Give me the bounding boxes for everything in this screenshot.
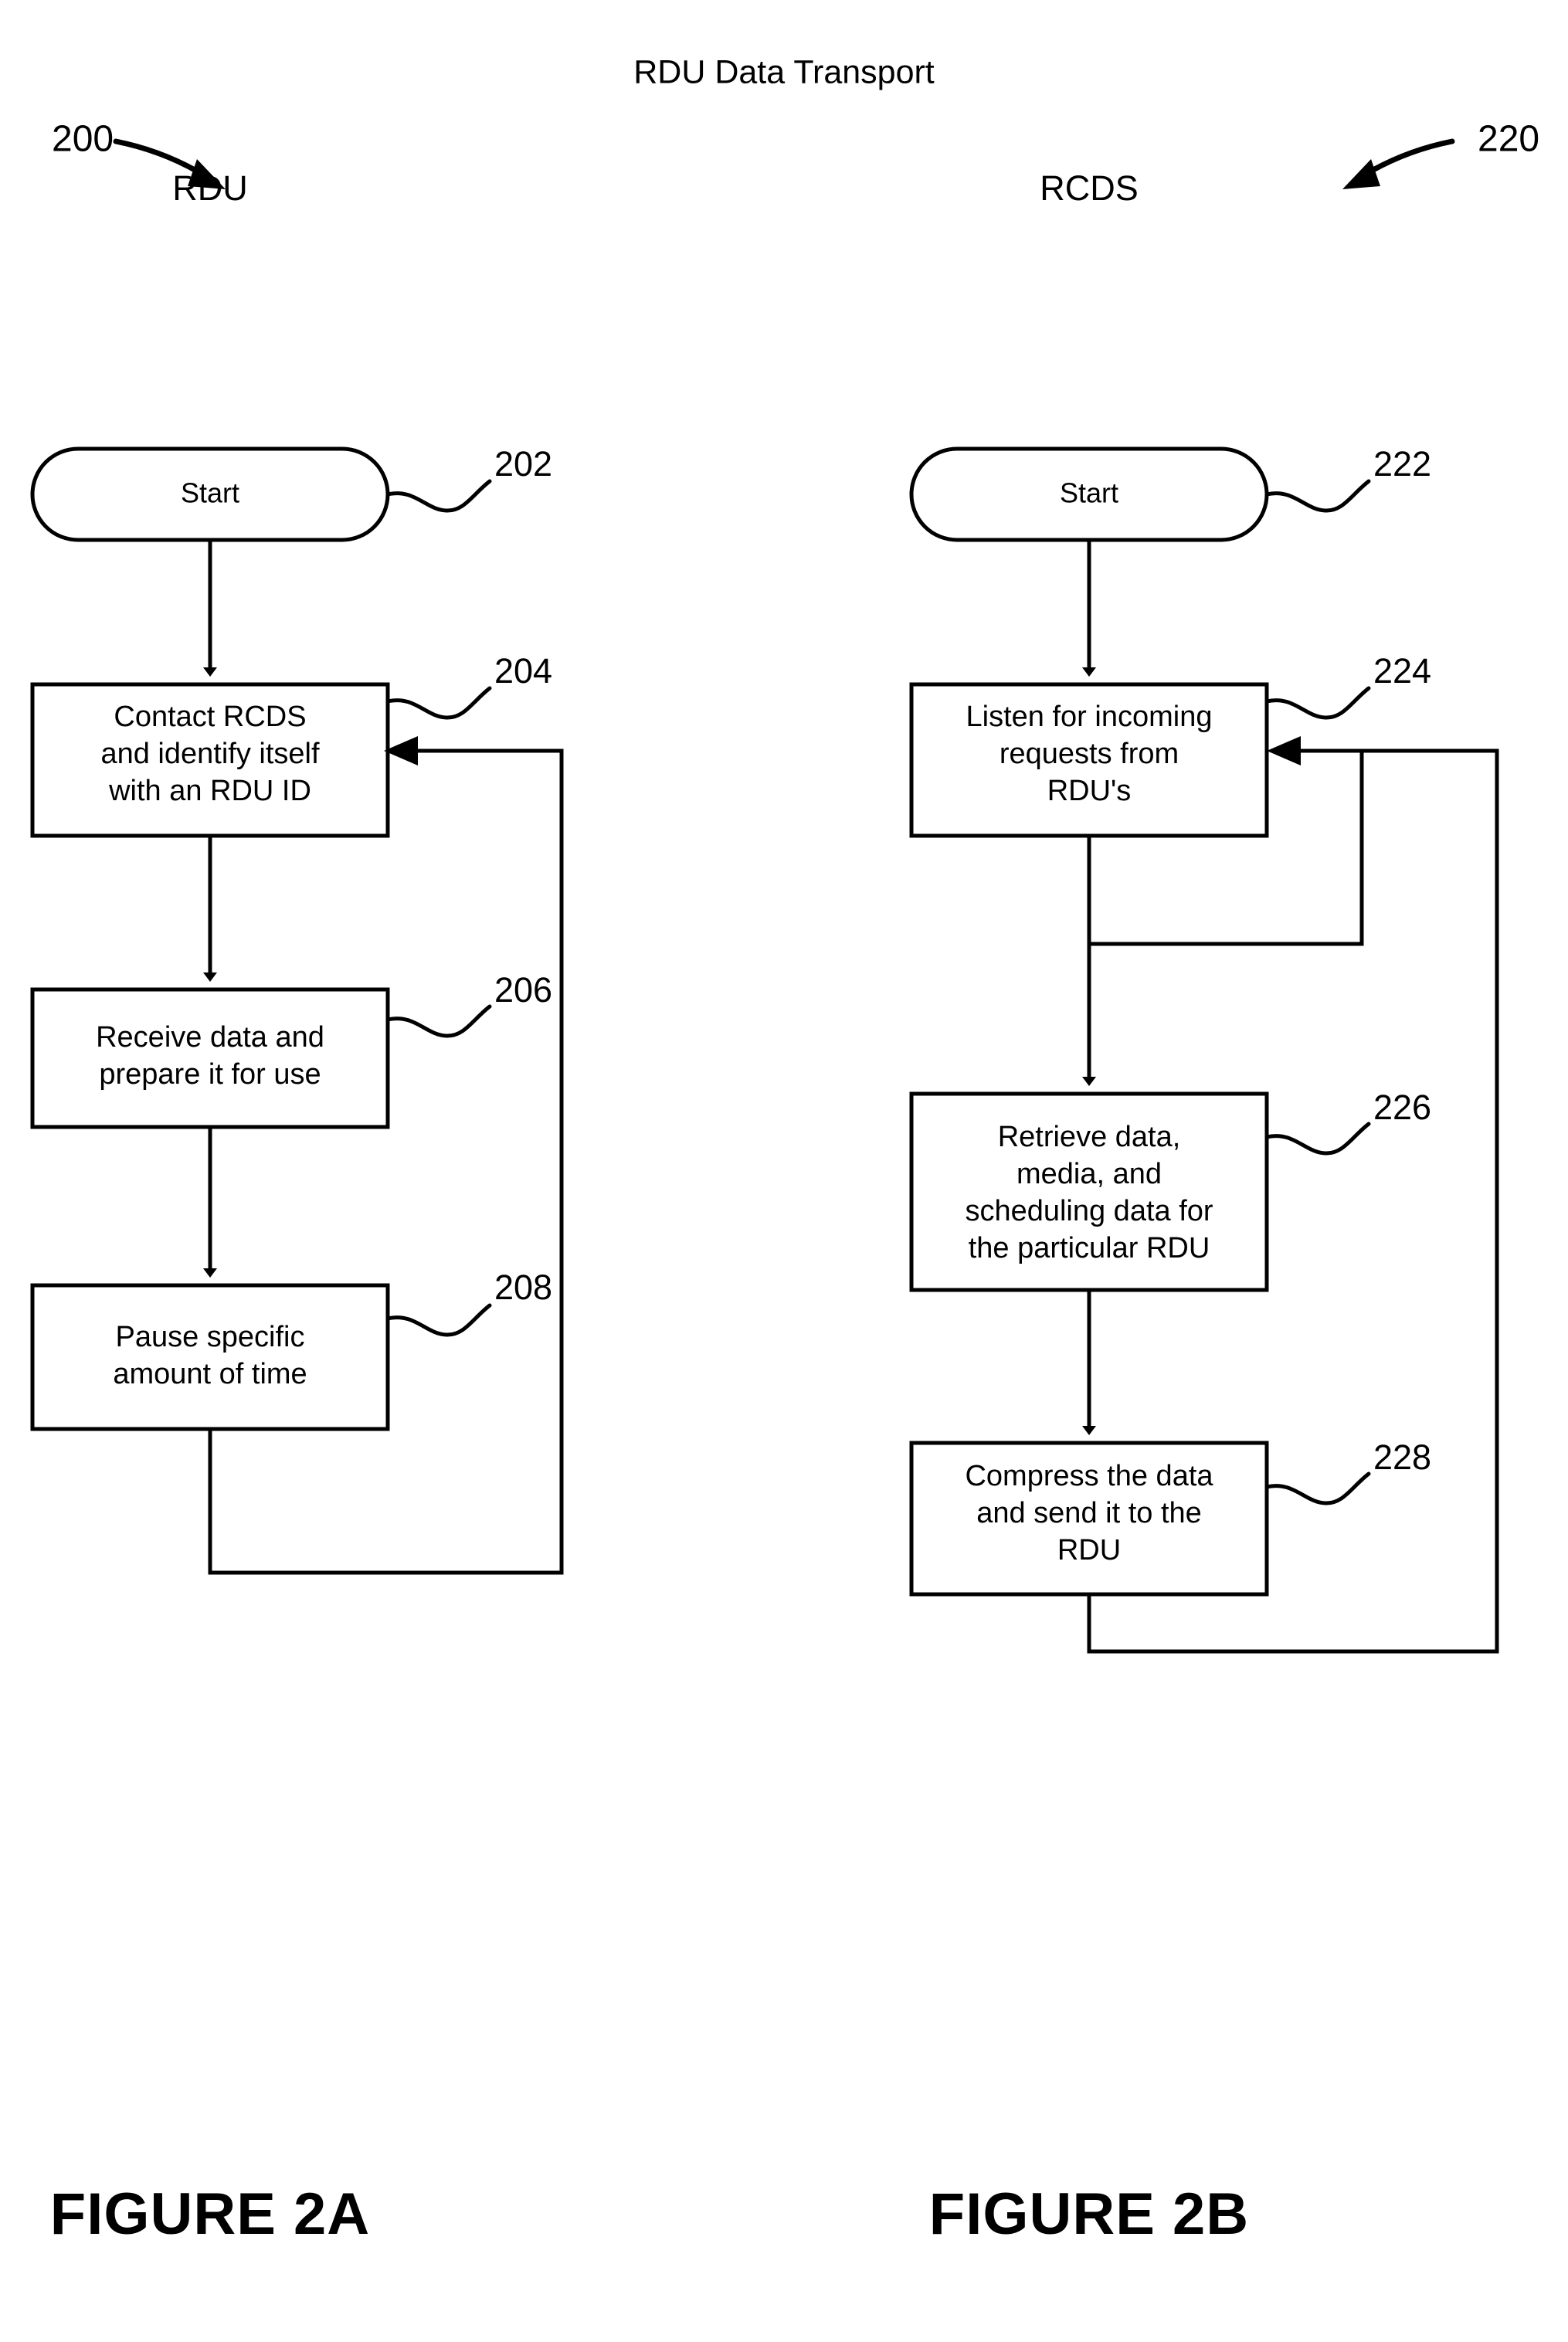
left-node-204-line-1: Contact RCDS: [114, 701, 306, 733]
right-node-228-line-2: and send it to the: [976, 1497, 1202, 1529]
left-figure-ref-number: 200: [52, 119, 114, 160]
left-node-208-leader-line: [385, 1303, 492, 1337]
left-node-208-line-2: amount of time: [113, 1358, 307, 1390]
left-node-208-ref: 208: [494, 1268, 552, 1307]
flowchart-canvas: RDU Data Transport 200 RDU Start 202 Con…: [30, 53, 1539, 2247]
right-node-224-ref: 224: [1373, 651, 1431, 691]
right-node-228-line-1: Compress the data: [965, 1460, 1213, 1492]
right-node-224-line-1: Listen for incoming: [966, 701, 1213, 733]
right-node-226-ref: 226: [1373, 1088, 1431, 1127]
right-start-ref-222: 222: [1373, 444, 1431, 484]
left-node-204-line-2: and identify itself: [100, 738, 319, 770]
right-figure-ref-number: 220: [1478, 119, 1539, 160]
right-figure-callout-arrow: [1359, 138, 1455, 179]
right-node-224-leader-line: [1264, 686, 1371, 720]
left-node-206-line-1: Receive data and: [96, 1021, 324, 1054]
left-node-208: [30, 1283, 390, 1431]
right-node-228-leader-line: [1264, 1471, 1371, 1505]
right-column-header: RCDS: [1040, 168, 1139, 208]
left-node-204-ref: 204: [494, 651, 552, 691]
left-node-204-leader-line: [385, 686, 492, 720]
patent-figure-page: RDU Data Transport 200 RDU Start 202 Con…: [0, 0, 1568, 2342]
right-start-label: Start: [1060, 477, 1118, 509]
right-node-226-line-1: Retrieve data,: [998, 1121, 1181, 1153]
right-figure-caption: FIGURE 2B: [929, 2181, 1249, 2247]
left-node-206-line-2: prepare it for use: [99, 1058, 321, 1091]
right-node-224-line-3: RDU's: [1047, 775, 1132, 807]
left-node-204-line-3: with an RDU ID: [108, 775, 311, 807]
left-node-206-ref: 206: [494, 970, 552, 1010]
right-node-228-line-3: RDU: [1057, 1534, 1121, 1566]
left-feedback-loop-path: [208, 748, 564, 1575]
right-feedback-arrowhead: [1267, 736, 1301, 765]
left-node-206-leader-line: [385, 1004, 492, 1038]
left-node-208-line-1: Pause specific: [115, 1321, 304, 1353]
right-node-226-line-3: scheduling data for: [965, 1195, 1213, 1227]
right-node-226-line-4: the particular RDU: [969, 1232, 1210, 1264]
diagram-title: RDU Data Transport: [633, 53, 935, 90]
right-node-228-ref: 228: [1373, 1437, 1431, 1477]
right-node-226-leader-line: [1264, 1122, 1371, 1156]
right-node-224-line-2: requests from: [1000, 738, 1179, 770]
right-figure-callout-arrowhead: [1342, 159, 1380, 189]
left-start-label: Start: [181, 477, 239, 509]
left-column-header: RDU: [172, 168, 248, 208]
right-node-226-line-2: media, and: [1016, 1158, 1162, 1190]
left-start-ref-202: 202: [494, 444, 552, 484]
left-start-leader-line: [385, 479, 492, 513]
right-start-leader-line: [1264, 479, 1371, 513]
left-figure-caption: FIGURE 2A: [50, 2181, 370, 2247]
